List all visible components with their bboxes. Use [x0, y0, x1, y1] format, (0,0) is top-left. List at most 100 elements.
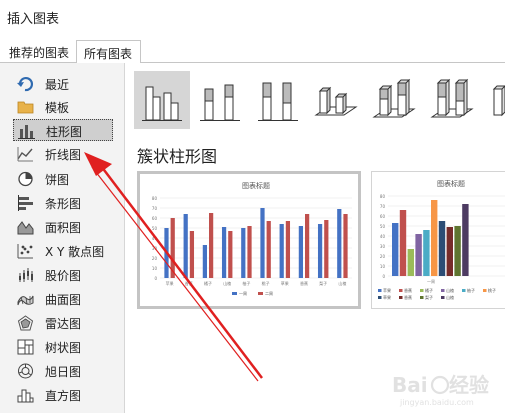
sidebar-item-bar[interactable]: 条形图 — [13, 192, 113, 214]
sidebar-item-treemap[interactable]: 树状图 — [13, 336, 113, 358]
chart-title: 图表标题 — [437, 179, 465, 188]
legend-label: 柚子 — [467, 287, 475, 293]
bar — [183, 214, 188, 278]
legend-swatch — [399, 296, 403, 299]
subtype-percent-stacked-column[interactable] — [250, 71, 306, 129]
y-tick-label: 40 — [152, 236, 158, 241]
bar — [399, 210, 407, 276]
bar — [279, 224, 284, 278]
3d-clustered-column-icon — [314, 86, 358, 116]
svg-text:jingyan.baidu.com: jingyan.baidu.com — [399, 398, 474, 407]
y-tick-label: 10 — [152, 266, 158, 271]
column-chart-icon — [18, 125, 35, 139]
sidebar-item-templates[interactable]: 模板 — [13, 96, 113, 118]
legend-swatch — [441, 296, 445, 299]
y-tick-label: 20 — [152, 256, 158, 261]
legend-swatch — [483, 289, 487, 292]
chart-preview-2[interactable]: 图表标题 0 10 20 30 40 50 60 70 80 一周 苹果 香蕉 橘子 山楂 柚子 桃子 草果 香蕉梨… — [371, 171, 505, 309]
tab-bar: 推荐的图表 所有图表 — [0, 38, 505, 64]
bar — [343, 214, 348, 278]
bar — [266, 221, 271, 278]
sidebar-item-label: 直方图 — [45, 389, 82, 403]
sunburst-icon — [18, 363, 33, 379]
chart-subtype-row — [134, 71, 505, 129]
chart-gallery: 簇状柱形图 图表标题 0 10 20 30 40 50 60 70 80 苹果 香蕉 橘子 山楂 柚子 桃子草… — [124, 63, 505, 413]
bar — [454, 226, 461, 276]
sidebar-item-line[interactable]: 折线图 — [13, 143, 113, 165]
tab-recommended-charts[interactable]: 推荐的图表 — [2, 40, 75, 63]
sidebar-item-radar[interactable]: 雷达图 — [13, 312, 113, 334]
stock-chart-icon — [19, 268, 33, 282]
x-tick-label: 梨子 — [319, 280, 327, 286]
surface-chart-icon — [17, 295, 34, 306]
pie-chart-icon — [18, 171, 33, 187]
sidebar-item-label: 曲面图 — [45, 293, 82, 307]
subtype-stacked-column[interactable] — [192, 71, 248, 129]
recent-icon — [17, 76, 34, 92]
legend-swatch — [420, 289, 424, 292]
sidebar-item-column[interactable]: 柱形图 — [13, 119, 113, 141]
sidebar-item-label: 最近 — [45, 78, 70, 92]
bar — [407, 249, 414, 276]
bar — [392, 223, 399, 276]
folder-icon — [17, 101, 34, 114]
bar — [415, 234, 422, 276]
y-tick-label: 10 — [380, 264, 386, 269]
histogram-icon — [17, 389, 34, 403]
subtype-3d-clustered-column[interactable] — [308, 71, 364, 129]
sidebar-item-stock[interactable]: 股价图 — [13, 264, 113, 286]
x-tick-label: 草果 — [281, 280, 289, 286]
scatter-chart-icon — [17, 244, 33, 259]
legend-label: 香蕉 — [404, 294, 412, 300]
legend-label: 苹果 — [383, 287, 391, 293]
sidebar-item-label: 模板 — [45, 101, 70, 115]
y-tick-label: 80 — [152, 196, 158, 201]
sidebar-item-sunburst[interactable]: 旭日图 — [13, 360, 113, 382]
bar — [446, 227, 453, 276]
y-tick-label: 60 — [152, 216, 158, 221]
sidebar-item-label: 雷达图 — [45, 317, 82, 331]
subtype-3d-percent-stacked-column[interactable] — [424, 71, 480, 129]
subtype-clustered-column[interactable] — [134, 71, 190, 129]
sidebar-item-surface[interactable]: 曲面图 — [13, 288, 113, 310]
legend-swatch — [462, 289, 466, 292]
bar — [462, 204, 469, 276]
sidebar-item-label: 条形图 — [45, 197, 82, 211]
y-tick-label: 50 — [380, 224, 386, 229]
sidebar-item-recent[interactable]: 最近 — [13, 73, 113, 95]
sidebar-item-scatter[interactable]: X Y 散点图 — [13, 240, 113, 262]
legend-swatch — [399, 289, 403, 292]
line-chart-icon — [17, 147, 33, 162]
tab-all-charts[interactable]: 所有图表 — [76, 40, 141, 64]
bar — [260, 208, 265, 278]
sidebar-item-label: 树状图 — [45, 341, 82, 355]
legend-label: 山楂 — [446, 287, 454, 293]
sidebar-item-label: 面积图 — [45, 221, 82, 235]
subtype-3d-column[interactable] — [482, 71, 505, 129]
subtype-3d-stacked-column[interactable] — [366, 71, 422, 129]
bar — [221, 227, 227, 278]
bar — [337, 209, 342, 278]
y-tick-label: 30 — [152, 246, 158, 251]
y-tick-label: 40 — [380, 234, 386, 239]
legend-swatch — [378, 289, 382, 292]
svg-text:Bai: Bai — [392, 373, 428, 397]
chart-preview-1[interactable]: 图表标题 0 10 20 30 40 50 60 70 80 苹果 香蕉 橘子 山楂 柚子 桃子 草果 香蕉 梨子 山… — [137, 171, 361, 309]
dialog-title: 插入图表 — [7, 12, 60, 27]
legend-swatch — [441, 289, 445, 292]
area-chart-icon — [17, 221, 34, 235]
sidebar-item-pie[interactable]: 饼图 — [13, 168, 113, 190]
chart-preview-svg: 图表标题01020304050607080一周苹果 香蕉 橘子 山楂 柚子 桃子草果 香蕉梨… — [378, 179, 505, 300]
sidebar-item-area[interactable]: 面积图 — [13, 216, 113, 238]
x-tick-label: 一周 — [427, 278, 435, 284]
legend-label: 桃子 — [488, 287, 496, 293]
percent-stacked-column-icon — [258, 82, 298, 121]
x-tick-label: 山楂 — [338, 280, 346, 286]
treemap-icon — [17, 339, 34, 355]
sidebar-item-histogram[interactable]: 直方图 — [13, 384, 113, 406]
legend-label: 二周 — [265, 290, 273, 296]
bar — [228, 231, 233, 278]
bar — [189, 231, 195, 278]
y-tick-label: 0 — [154, 276, 157, 281]
y-tick-label: 70 — [152, 206, 158, 211]
